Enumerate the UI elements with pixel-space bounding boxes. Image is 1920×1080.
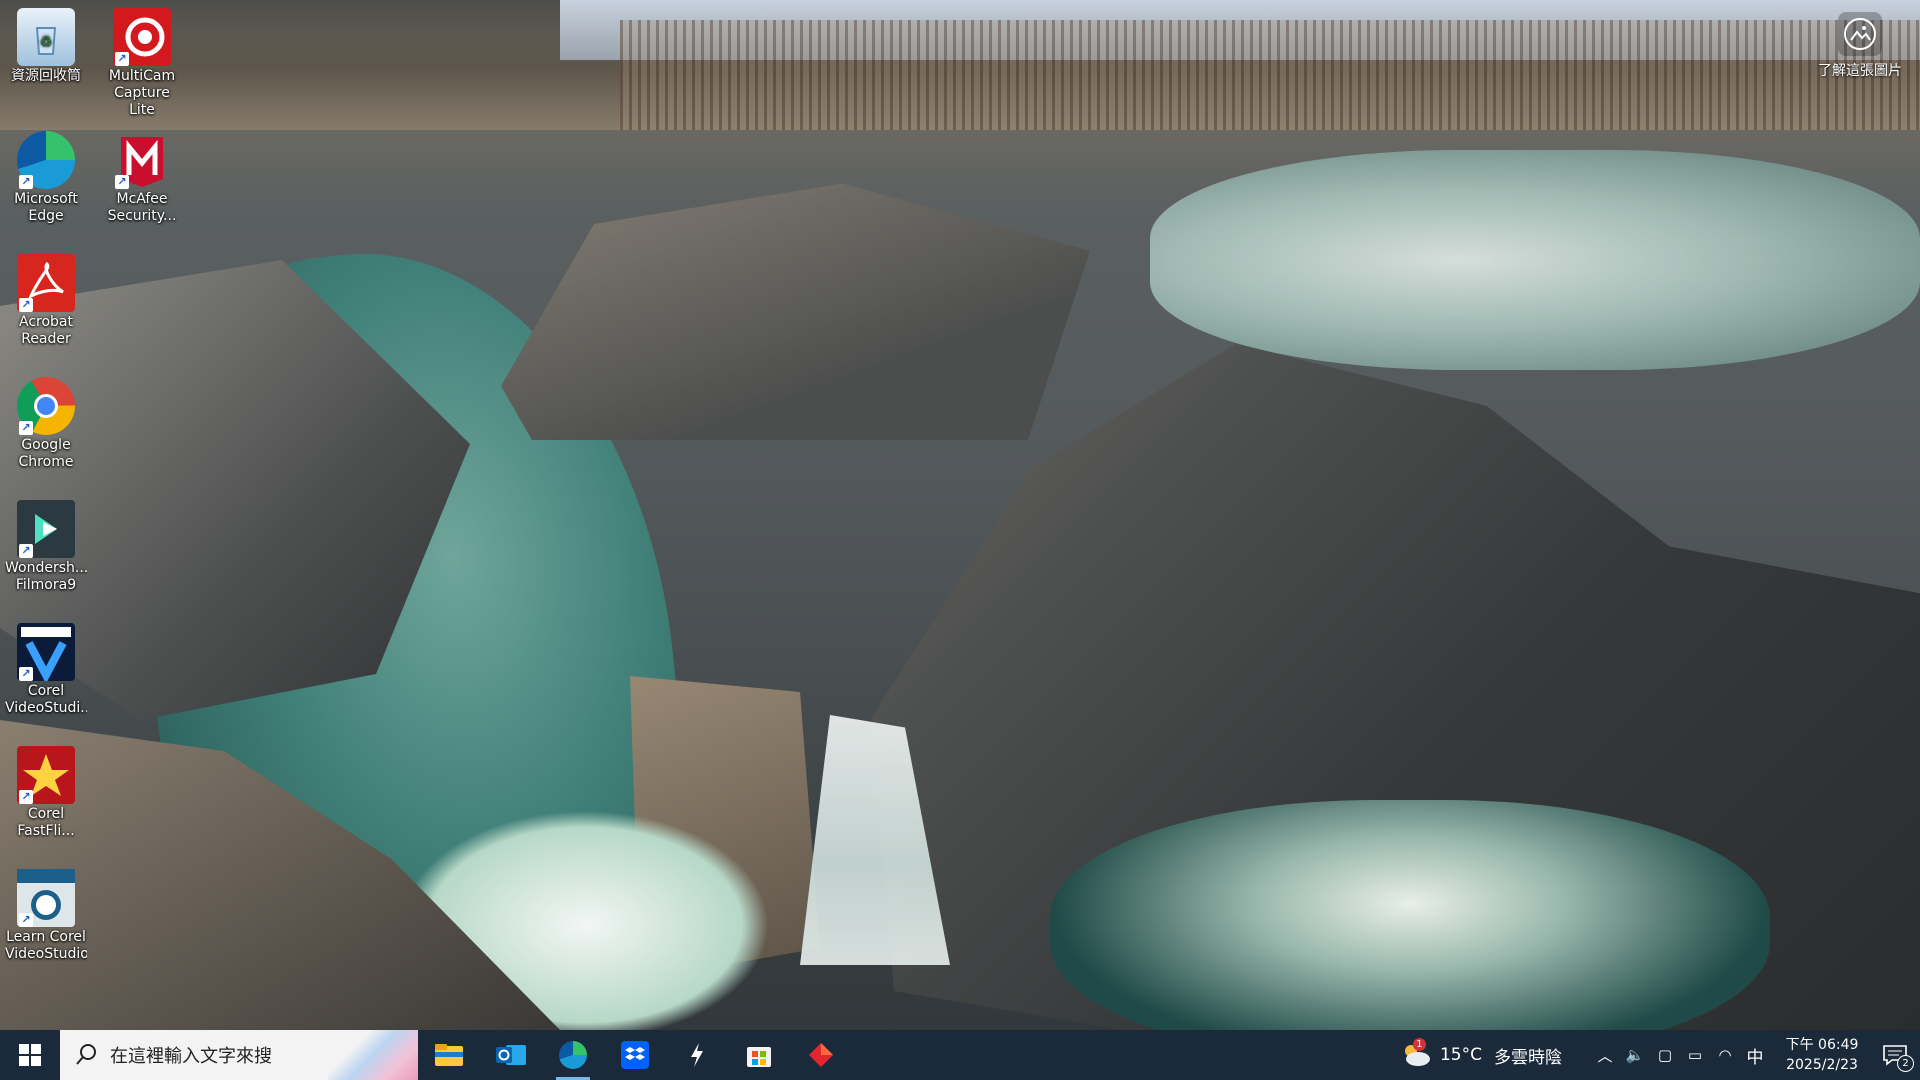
taskbar-edge[interactable] bbox=[542, 1030, 604, 1080]
mcafee-icon: ↗ bbox=[113, 131, 171, 189]
taskbar-clock[interactable]: 下午 06:49 2025/2/23 bbox=[1774, 1035, 1870, 1075]
desktop-icon-corel-fastflick[interactable]: ↗ Corel FastFli... bbox=[5, 740, 87, 840]
taskbar-red-app[interactable] bbox=[790, 1030, 852, 1080]
windows-logo-icon bbox=[19, 1044, 41, 1066]
weather-temp: 15°C bbox=[1439, 1045, 1482, 1065]
edge-icon: ↗ bbox=[17, 131, 75, 189]
taskbar-dropbox[interactable] bbox=[604, 1030, 666, 1080]
start-button[interactable] bbox=[0, 1030, 60, 1080]
notification-count-badge: 2 bbox=[1897, 1055, 1914, 1072]
recycle-bin-icon: ♻ bbox=[17, 8, 75, 66]
taskbar-microsoft-store[interactable] bbox=[728, 1030, 790, 1080]
show-hidden-icons-chevron-up-icon[interactable]: ︿ bbox=[1590, 1045, 1620, 1066]
input-method-indicator[interactable]: 中 bbox=[1740, 1043, 1770, 1068]
desktop-icon-label: Acrobat Reader bbox=[19, 314, 73, 347]
desktop-icon-chrome[interactable]: ↗ Google Chrome bbox=[5, 371, 87, 471]
desktop-icon-label: MultiCam Capture Lite bbox=[108, 68, 176, 118]
shortcut-arrow-icon: ↗ bbox=[115, 175, 129, 189]
volume-icon[interactable]: 🔈 bbox=[1620, 1046, 1650, 1064]
corel-fastflick-icon: ↗ bbox=[17, 746, 75, 804]
desktop-wallpaper bbox=[0, 0, 1920, 1080]
desktop-icon-label: Corel VideoStudi... bbox=[5, 683, 87, 716]
edge-icon bbox=[559, 1041, 587, 1069]
desktop-icon-mcafee[interactable]: ↗ McAfee Security... bbox=[101, 125, 183, 225]
wifi-icon[interactable]: ◠ bbox=[1710, 1046, 1740, 1064]
search-placeholder: 在這裡輸入文字來搜 bbox=[110, 1046, 272, 1067]
shortcut-arrow-icon: ↗ bbox=[19, 667, 33, 681]
weather-alert-badge: 1 bbox=[1412, 1038, 1426, 1051]
shortcut-arrow-icon: ↗ bbox=[19, 421, 33, 435]
taskbar-outlook[interactable] bbox=[480, 1030, 542, 1080]
desktop-icon-label: Learn Corel VideoStudio bbox=[5, 929, 87, 962]
shortcut-arrow-icon: ↗ bbox=[19, 544, 33, 558]
desktop-icon-label: McAfee Security... bbox=[107, 191, 177, 224]
desktop-icon-label: 資源回收筒 bbox=[11, 68, 81, 84]
meet-now-icon[interactable]: ▢ bbox=[1650, 1046, 1680, 1064]
filmora-icon: ↗ bbox=[17, 500, 75, 558]
lightning-icon bbox=[691, 1043, 703, 1067]
desktop-icon-label: Wondersh... Filmora9 bbox=[5, 560, 87, 593]
cloudy-weather-icon: 1 bbox=[1398, 1038, 1432, 1068]
shortcut-arrow-icon: ↗ bbox=[115, 52, 129, 66]
learn-about-picture[interactable]: 了解這張圖片 bbox=[1800, 12, 1920, 80]
acrobat-icon: ↗ bbox=[17, 254, 75, 312]
desktop-icon-multicam[interactable]: ↗ MultiCam Capture Lite bbox=[101, 2, 183, 119]
taskbar: 在這裡輸入文字來搜 1 15°C 多雲時陰 ︿ 🔈 ▢ ▭ ◠ 中 下午 06:… bbox=[0, 1030, 1920, 1080]
desktop-icon-label: Corel FastFli... bbox=[17, 806, 75, 839]
store-icon bbox=[747, 1047, 771, 1067]
taskbar-file-explorer[interactable] bbox=[418, 1030, 480, 1080]
chrome-icon: ↗ bbox=[17, 377, 75, 435]
clock-date: 2025/2/23 bbox=[1786, 1057, 1858, 1073]
shortcut-arrow-icon: ↗ bbox=[19, 790, 33, 804]
shortcut-arrow-icon: ↗ bbox=[19, 913, 33, 927]
battery-icon[interactable]: ▭ bbox=[1680, 1046, 1710, 1064]
red-diamond-icon bbox=[809, 1043, 833, 1067]
action-center-button[interactable]: 2 bbox=[1870, 1030, 1920, 1080]
desktop-icon-acrobat[interactable]: ↗ Acrobat Reader bbox=[5, 248, 87, 348]
desktop-icon-label: Google Chrome bbox=[18, 437, 74, 470]
taskbar-terminal-app[interactable] bbox=[666, 1030, 728, 1080]
system-tray: 1 15°C 多雲時陰 ︿ 🔈 ▢ ▭ ◠ 中 下午 06:49 2025/2/… bbox=[1398, 1030, 1920, 1080]
shortcut-arrow-icon: ↗ bbox=[19, 175, 33, 189]
shortcut-arrow-icon: ↗ bbox=[19, 298, 33, 312]
desktop-icon-edge[interactable]: ↗ Microsoft Edge bbox=[5, 125, 87, 225]
camera-spotlight-icon bbox=[1838, 12, 1882, 56]
multicam-icon: ↗ bbox=[113, 8, 171, 66]
desktop-icon-learn-corel[interactable]: ↗ Learn Corel VideoStudio bbox=[5, 863, 87, 963]
search-highlight-art bbox=[328, 1030, 418, 1080]
outlook-icon bbox=[496, 1045, 526, 1065]
desktop-icon-label: Microsoft Edge bbox=[14, 191, 78, 224]
taskbar-search-box[interactable]: 在這裡輸入文字來搜 bbox=[60, 1030, 418, 1080]
weather-condition: 多雲時陰 bbox=[1494, 1047, 1562, 1068]
folder-icon bbox=[435, 1044, 463, 1066]
learn-about-picture-label: 了解這張圖片 bbox=[1818, 63, 1902, 79]
corel-videostudio-icon: ↗ bbox=[17, 623, 75, 684]
desktop-icon-corel-videostudio[interactable]: ↗ Corel VideoStudi... bbox=[5, 617, 87, 717]
search-icon bbox=[76, 1044, 96, 1065]
desktop-icon-filmora[interactable]: ↗ Wondersh... Filmora9 bbox=[5, 494, 87, 594]
clock-time: 下午 06:49 bbox=[1785, 1037, 1859, 1053]
svg-text:♻: ♻ bbox=[40, 34, 53, 50]
learn-corel-icon: ↗ bbox=[17, 869, 75, 927]
dropbox-icon bbox=[621, 1041, 649, 1069]
desktop-icon-recycle-bin[interactable]: ♻ 資源回收筒 bbox=[5, 2, 87, 85]
weather-widget[interactable]: 1 15°C 多雲時陰 bbox=[1398, 1038, 1562, 1068]
